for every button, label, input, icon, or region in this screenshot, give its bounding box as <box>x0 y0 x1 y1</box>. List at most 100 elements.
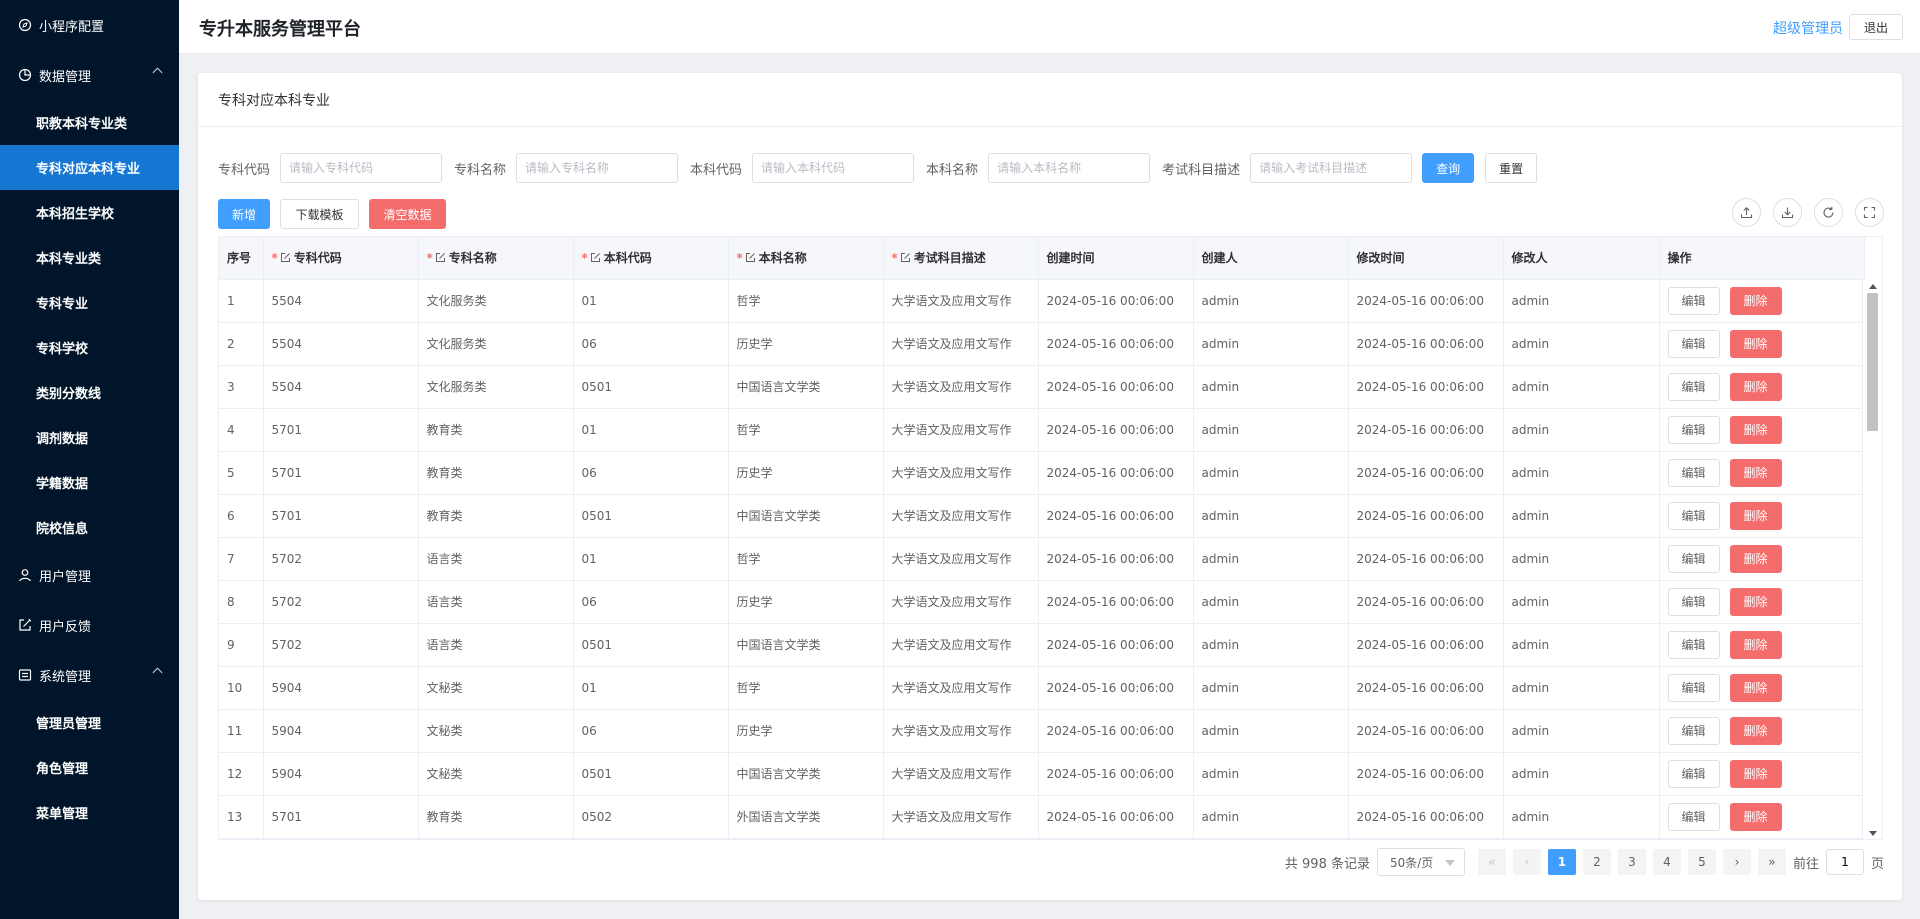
add-button[interactable]: 新增 <box>218 199 270 229</box>
sidebar-item-major-mapping[interactable]: 专科对应本科专业 <box>0 145 179 190</box>
page-size-select[interactable]: 50条/页 <box>1376 848 1465 876</box>
college-code-input[interactable] <box>280 153 443 183</box>
cell-exam-subject: 大学语文及应用文写作 <box>883 666 1039 710</box>
scrollbar-thumb[interactable] <box>1867 293 1878 431</box>
delete-button[interactable]: 删除 <box>1729 544 1782 573</box>
prev-page-button[interactable]: ‹ <box>1512 849 1541 875</box>
first-page-button[interactable]: « <box>1477 849 1506 875</box>
sidebar-group-users[interactable]: 用户管理 <box>0 550 179 600</box>
delete-button[interactable]: 删除 <box>1729 716 1782 745</box>
exam-subject-input[interactable] <box>1250 153 1413 183</box>
delete-button[interactable]: 删除 <box>1729 802 1782 831</box>
scroll-down-icon[interactable] <box>1869 831 1877 836</box>
col-header-college-name[interactable]: * 专科名称 <box>418 237 574 280</box>
edit-button[interactable]: 编辑 <box>1667 329 1720 358</box>
sidebar-item-undergrad-schools[interactable]: 本科招生学校 <box>0 190 179 235</box>
sidebar-item-undergrad-major-class[interactable]: 本科专业类 <box>0 235 179 280</box>
download-template-button[interactable]: 下载模板 <box>280 199 359 229</box>
edit-icon <box>435 253 445 263</box>
col-header-undergrad-name[interactable]: * 本科名称 <box>728 237 884 280</box>
table-row: 10 5904 文秘类 01 哲学 大学语文及应用文写作 2024-05-16 00:06:… <box>219 666 1865 710</box>
edit-button[interactable]: 编辑 <box>1667 630 1720 659</box>
edit-button[interactable]: 编辑 <box>1667 501 1720 530</box>
scroll-up-icon[interactable] <box>1869 284 1877 289</box>
cell-updated-at: 2024-05-16 00:06:00 <box>1348 322 1504 366</box>
edit-button[interactable]: 编辑 <box>1667 544 1720 573</box>
delete-button[interactable]: 删除 <box>1729 673 1782 702</box>
sidebar-item-colleges[interactable]: 专科学校 <box>0 325 179 370</box>
sidebar-item-school-info[interactable]: 院校信息 <box>0 505 179 550</box>
page-button[interactable]: 2 <box>1582 849 1611 875</box>
edit-icon <box>280 253 290 263</box>
cell-actions: 编辑 删除 <box>1659 580 1865 624</box>
undergrad-name-input[interactable] <box>988 153 1151 183</box>
delete-button[interactable]: 删除 <box>1729 587 1782 616</box>
edit-button[interactable]: 编辑 <box>1667 286 1720 315</box>
edit-button[interactable]: 编辑 <box>1667 458 1720 487</box>
edit-button[interactable]: 编辑 <box>1667 415 1720 444</box>
top-header: 专升本服务管理平台 超级管理员 退出 <box>179 0 1920 54</box>
sidebar-item-miniapp-config[interactable]: 小程序配置 <box>0 0 179 50</box>
last-page-button[interactable]: » <box>1757 849 1786 875</box>
col-header-undergrad-code[interactable]: * 本科代码 <box>573 237 729 280</box>
delete-button[interactable]: 删除 <box>1729 458 1782 487</box>
edit-button[interactable]: 编辑 <box>1667 673 1720 702</box>
refresh-icon[interactable] <box>1814 198 1843 227</box>
cell-updated-at: 2024-05-16 00:06:00 <box>1348 709 1504 753</box>
col-header-updated-at[interactable]: 修改时间 <box>1348 237 1504 280</box>
sidebar-item-adjustment-data[interactable]: 调剂数据 <box>0 415 179 460</box>
sidebar-item-admin-management[interactable]: 管理员管理 <box>0 700 179 745</box>
delete-button[interactable]: 删除 <box>1729 286 1782 315</box>
delete-button[interactable]: 删除 <box>1729 372 1782 401</box>
cell-index: 7 <box>219 537 264 581</box>
col-header-created-at[interactable]: 创建时间 <box>1038 237 1194 280</box>
search-button[interactable]: 查询 <box>1422 153 1475 183</box>
undergrad-code-input[interactable] <box>752 153 915 183</box>
delete-button[interactable]: 删除 <box>1729 630 1782 659</box>
sidebar-item-role-management[interactable]: 角色管理 <box>0 745 179 790</box>
fullscreen-icon[interactable] <box>1855 198 1884 227</box>
cell-college-code: 5701 <box>263 795 419 839</box>
edit-button[interactable]: 编辑 <box>1667 716 1720 745</box>
edit-button[interactable]: 编辑 <box>1667 802 1720 831</box>
cell-created-by: admin <box>1193 408 1349 452</box>
cell-updated-by: admin <box>1503 666 1660 710</box>
page-button[interactable]: 4 <box>1652 849 1681 875</box>
edit-button[interactable]: 编辑 <box>1667 587 1720 616</box>
college-name-input[interactable] <box>516 153 679 183</box>
logout-button[interactable]: 退出 <box>1849 14 1903 40</box>
edit-button[interactable]: 编辑 <box>1667 759 1720 788</box>
edit-button[interactable]: 编辑 <box>1667 372 1720 401</box>
delete-button[interactable]: 删除 <box>1729 329 1782 358</box>
page-button[interactable]: 1 <box>1547 849 1576 875</box>
clear-data-button[interactable]: 清空数据 <box>369 199 446 229</box>
sidebar-group-feedback[interactable]: 用户反馈 <box>0 600 179 650</box>
current-user[interactable]: 超级管理员 <box>1773 18 1843 38</box>
cell-college-code: 5904 <box>263 666 419 710</box>
reset-button[interactable]: 重置 <box>1485 153 1538 183</box>
col-header-updated-by[interactable]: 修改人 <box>1503 237 1660 280</box>
col-header-college-code[interactable]: * 专科代码 <box>263 237 419 280</box>
table-scrollbar[interactable] <box>1862 279 1882 839</box>
next-page-button[interactable]: › <box>1722 849 1751 875</box>
cell-college-code: 5701 <box>263 494 419 538</box>
delete-button[interactable]: 删除 <box>1729 759 1782 788</box>
user-icon <box>18 568 32 582</box>
sidebar-group-system[interactable]: 系统管理 <box>0 650 179 700</box>
col-header-exam-subject[interactable]: * 考试科目描述 <box>883 237 1039 280</box>
sidebar-item-menu-management[interactable]: 菜单管理 <box>0 790 179 835</box>
delete-button[interactable]: 删除 <box>1729 415 1782 444</box>
sidebar-item-category-scores[interactable]: 类别分数线 <box>0 370 179 415</box>
sidebar-item-vocational-major-class[interactable]: 职教本科专业类 <box>0 100 179 145</box>
upload-icon[interactable] <box>1732 198 1761 227</box>
delete-button[interactable]: 删除 <box>1729 501 1782 530</box>
sidebar-item-college-majors[interactable]: 专科专业 <box>0 280 179 325</box>
goto-page-input[interactable] <box>1825 849 1864 875</box>
cell-created-at: 2024-05-16 00:06:00 <box>1038 365 1194 409</box>
download-icon[interactable] <box>1773 198 1802 227</box>
page-button[interactable]: 3 <box>1617 849 1646 875</box>
sidebar-group-data[interactable]: 数据管理 <box>0 50 179 100</box>
page-button[interactable]: 5 <box>1687 849 1716 875</box>
col-header-created-by[interactable]: 创建人 <box>1193 237 1349 280</box>
sidebar-item-student-status[interactable]: 学籍数据 <box>0 460 179 505</box>
